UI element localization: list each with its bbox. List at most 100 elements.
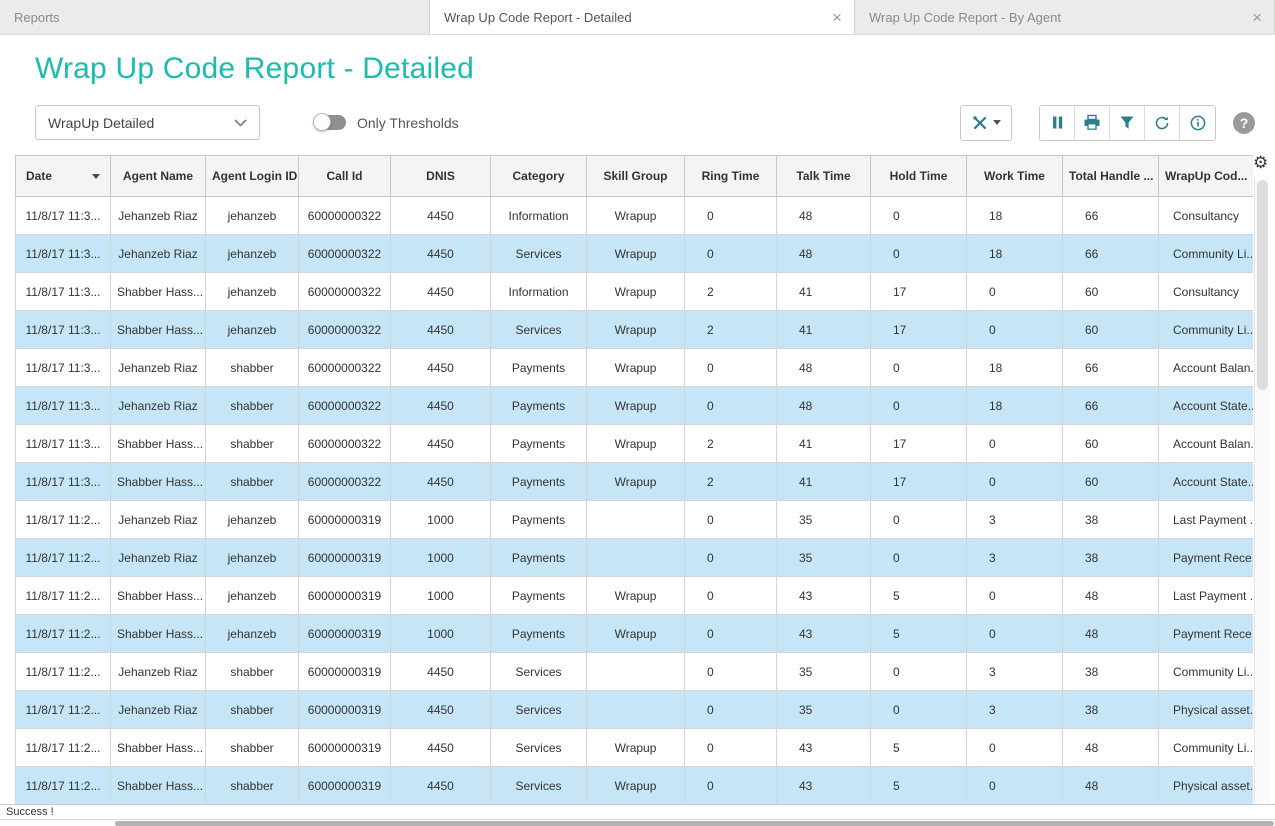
table-cell: Payments bbox=[491, 501, 587, 539]
column-header-work-time[interactable]: Work Time bbox=[967, 156, 1063, 197]
table-cell: 2 bbox=[685, 273, 777, 311]
info-button[interactable] bbox=[1180, 106, 1215, 140]
table-cell: 0 bbox=[685, 387, 777, 425]
table-row[interactable]: 11/8/17 11:2...Jehanzeb Riazjehanzeb6000… bbox=[16, 501, 1254, 539]
table-cell: 60 bbox=[1063, 273, 1159, 311]
table-cell: 38 bbox=[1063, 539, 1159, 577]
only-thresholds-toggle[interactable] bbox=[315, 115, 346, 130]
table-cell: 60000000319 bbox=[299, 729, 391, 767]
table-row[interactable]: 11/8/17 11:2...Shabber Hass...shabber600… bbox=[16, 767, 1254, 805]
table-cell: Information bbox=[491, 197, 587, 235]
gear-icon[interactable]: ⚙ bbox=[1253, 154, 1268, 171]
table-row[interactable]: 11/8/17 11:3...Jehanzeb Riazjehanzeb6000… bbox=[16, 197, 1254, 235]
table-row[interactable]: 11/8/17 11:2...Jehanzeb Riazjehanzeb6000… bbox=[16, 539, 1254, 577]
table-cell: 38 bbox=[1063, 501, 1159, 539]
table-row[interactable]: 11/8/17 11:2...Shabber Hass...jehanzeb60… bbox=[16, 577, 1254, 615]
report-grid: DateAgent NameAgent Login IDCall IdDNISC… bbox=[15, 155, 1253, 805]
table-cell: 11/8/17 11:3... bbox=[16, 349, 111, 387]
vertical-scrollbar[interactable] bbox=[1254, 178, 1270, 805]
table-cell: 48 bbox=[777, 349, 871, 387]
table-cell: Wrapup bbox=[587, 425, 685, 463]
table-cell: Shabber Hass... bbox=[111, 729, 206, 767]
table-cell: jehanzeb bbox=[206, 577, 299, 615]
table-cell: Account Balan... bbox=[1159, 349, 1254, 387]
filter-button[interactable] bbox=[1110, 106, 1145, 140]
table-cell: Jehanzeb Riaz bbox=[111, 235, 206, 273]
table-row[interactable]: 11/8/17 11:2...Shabber Hass...shabber600… bbox=[16, 729, 1254, 767]
tab-bar: Reports Wrap Up Code Report - Detailed ×… bbox=[0, 0, 1275, 35]
column-header-date[interactable]: Date bbox=[16, 156, 111, 197]
column-header-total-handle[interactable]: Total Handle ... bbox=[1063, 156, 1159, 197]
table-row[interactable]: 11/8/17 11:2...Shabber Hass...jehanzeb60… bbox=[16, 615, 1254, 653]
table-cell: 60000000319 bbox=[299, 577, 391, 615]
column-header-dnis[interactable]: DNIS bbox=[391, 156, 491, 197]
filter-icon bbox=[1119, 115, 1135, 130]
table-cell: 11/8/17 11:2... bbox=[16, 615, 111, 653]
tab-wrapup-code-report-detailed[interactable]: Wrap Up Code Report - Detailed × bbox=[430, 0, 855, 34]
table-cell: jehanzeb bbox=[206, 273, 299, 311]
table-cell: 48 bbox=[1063, 767, 1159, 805]
table-cell: shabber bbox=[206, 691, 299, 729]
table-cell: Wrapup bbox=[587, 767, 685, 805]
table-row[interactable]: 11/8/17 11:3...Shabber Hass...shabber600… bbox=[16, 425, 1254, 463]
table-cell: 0 bbox=[685, 577, 777, 615]
table-cell: 11/8/17 11:3... bbox=[16, 235, 111, 273]
table-cell: 60000000319 bbox=[299, 767, 391, 805]
table-row[interactable]: 11/8/17 11:3...Jehanzeb Riazjehanzeb6000… bbox=[16, 235, 1254, 273]
column-header-label: Date bbox=[26, 169, 52, 183]
table-cell: 11/8/17 11:3... bbox=[16, 425, 111, 463]
tab-wrapup-code-report-by-agent[interactable]: Wrap Up Code Report - By Agent × bbox=[855, 0, 1275, 34]
table-cell: Jehanzeb Riaz bbox=[111, 349, 206, 387]
table-row[interactable]: 11/8/17 11:3...Shabber Hass...shabber600… bbox=[16, 463, 1254, 501]
table-cell: Wrapup bbox=[587, 349, 685, 387]
vertical-scrollbar-thumb[interactable] bbox=[1257, 180, 1268, 390]
column-header-ring-time[interactable]: Ring Time bbox=[685, 156, 777, 197]
print-button[interactable] bbox=[1075, 106, 1110, 140]
status-message: Success ! bbox=[6, 806, 54, 818]
column-header-hold-time[interactable]: Hold Time bbox=[871, 156, 967, 197]
table-cell: 35 bbox=[777, 501, 871, 539]
column-header-agent-name[interactable]: Agent Name bbox=[111, 156, 206, 197]
close-icon[interactable]: × bbox=[832, 9, 842, 26]
table-cell: shabber bbox=[206, 387, 299, 425]
table-cell: 0 bbox=[685, 197, 777, 235]
table-cell: 0 bbox=[967, 767, 1063, 805]
pause-button[interactable] bbox=[1040, 106, 1075, 140]
table-header-row: Date Agent NameAgent Login IDCall IdDNISC… bbox=[16, 156, 1254, 197]
tools-button[interactable] bbox=[960, 105, 1012, 141]
column-header-category[interactable]: Category bbox=[491, 156, 587, 197]
column-header-skill-group[interactable]: Skill Group bbox=[587, 156, 685, 197]
table-row[interactable]: 11/8/17 11:3...Shabber Hass...jehanzeb60… bbox=[16, 273, 1254, 311]
column-header-call-id[interactable]: Call Id bbox=[299, 156, 391, 197]
table-cell: 0 bbox=[685, 767, 777, 805]
table-cell: 60000000322 bbox=[299, 235, 391, 273]
table-row[interactable]: 11/8/17 11:3...Jehanzeb Riazshabber60000… bbox=[16, 349, 1254, 387]
table-cell: Community Li... bbox=[1159, 235, 1254, 273]
column-header-talk-time[interactable]: Talk Time bbox=[777, 156, 871, 197]
help-button[interactable]: ? bbox=[1233, 112, 1255, 134]
table-cell bbox=[587, 653, 685, 691]
table-row[interactable]: 11/8/17 11:3...Shabber Hass...jehanzeb60… bbox=[16, 311, 1254, 349]
table-cell: 11/8/17 11:2... bbox=[16, 729, 111, 767]
table-cell: 66 bbox=[1063, 349, 1159, 387]
tab-label: Reports bbox=[14, 10, 60, 25]
horizontal-scrollbar[interactable] bbox=[0, 821, 1275, 826]
table-cell: 60000000319 bbox=[299, 615, 391, 653]
table-cell: 4450 bbox=[391, 235, 491, 273]
table-cell: 11/8/17 11:3... bbox=[16, 311, 111, 349]
close-icon[interactable]: × bbox=[1252, 9, 1262, 26]
report-actions-group bbox=[1039, 105, 1216, 141]
view-selector-dropdown[interactable]: WrapUp Detailed bbox=[35, 105, 260, 140]
column-header-agent-login-id[interactable]: Agent Login ID bbox=[206, 156, 299, 197]
print-icon bbox=[1083, 114, 1101, 131]
table-cell: 18 bbox=[967, 387, 1063, 425]
horizontal-scrollbar-thumb[interactable] bbox=[115, 821, 1274, 826]
table-cell: 4450 bbox=[391, 349, 491, 387]
tab-reports[interactable]: Reports bbox=[0, 0, 430, 34]
refresh-button[interactable] bbox=[1145, 106, 1180, 140]
column-header-wrapup-cod[interactable]: WrapUp Cod... bbox=[1159, 156, 1254, 197]
table-cell: 11/8/17 11:3... bbox=[16, 387, 111, 425]
table-row[interactable]: 11/8/17 11:3...Jehanzeb Riazshabber60000… bbox=[16, 387, 1254, 425]
table-row[interactable]: 11/8/17 11:2...Jehanzeb Riazshabber60000… bbox=[16, 691, 1254, 729]
table-row[interactable]: 11/8/17 11:2...Jehanzeb Riazshabber60000… bbox=[16, 653, 1254, 691]
